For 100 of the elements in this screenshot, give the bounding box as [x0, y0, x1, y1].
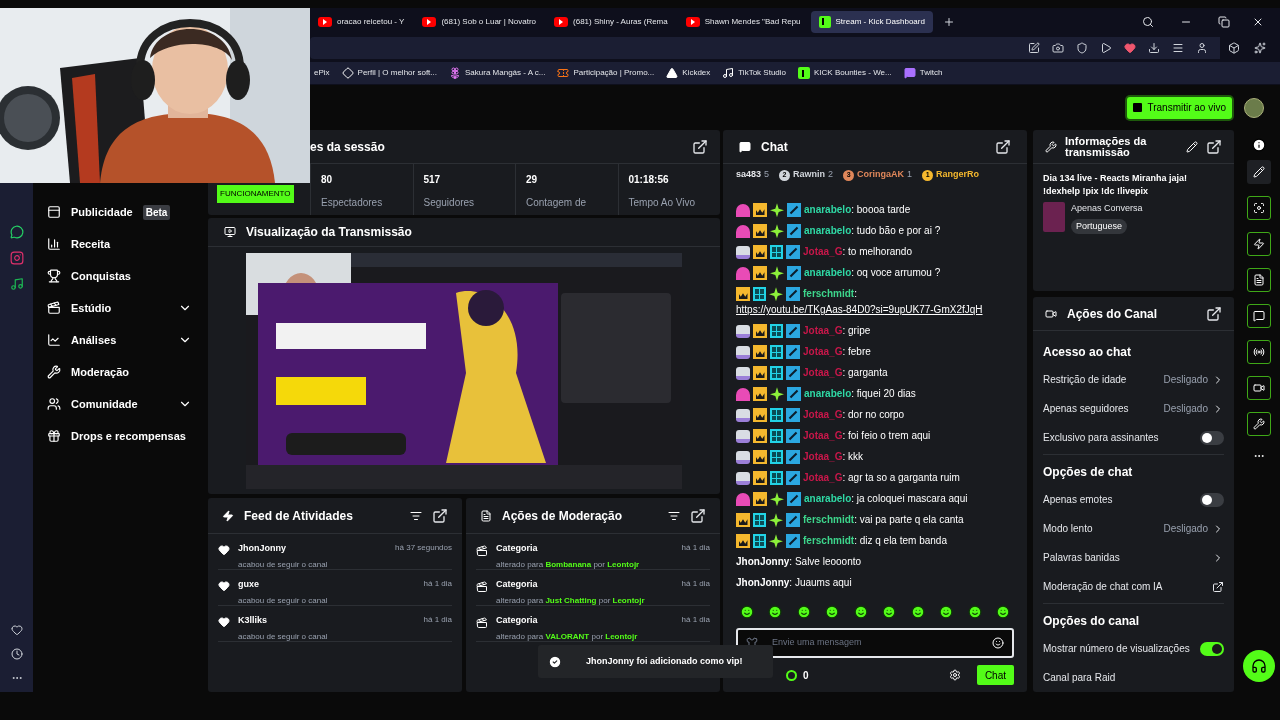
restore-icon[interactable]: [1218, 15, 1230, 28]
sidebar-item[interactable]: Publicidade Beta: [47, 196, 192, 228]
toggle-switch[interactable]: [1200, 430, 1224, 445]
sparkle-icon[interactable]: [1254, 42, 1266, 54]
edit-button[interactable]: [1246, 160, 1271, 184]
chat-username[interactable]: anarabelo:: [804, 225, 855, 236]
avatar[interactable]: [1244, 97, 1264, 118]
download-icon[interactable]: [1148, 42, 1160, 54]
music-icon[interactable]: [9, 277, 24, 291]
chat-username[interactable]: anarabelo:: [804, 493, 855, 504]
send-button[interactable]: Chat: [976, 665, 1014, 685]
chat-username[interactable]: JhonJonny:: [736, 577, 793, 588]
crown-badge-icon: [753, 492, 767, 507]
emoji-icon[interactable]: [992, 637, 1004, 649]
heart-icon[interactable]: [1124, 42, 1136, 54]
chat-username[interactable]: anarabelo:: [804, 388, 855, 399]
browser-tab[interactable]: oracao reicetou - Y: [310, 10, 413, 33]
play-icon[interactable]: [1100, 42, 1112, 54]
bookmark[interactable]: Perfil | O melhor soft...: [341, 67, 437, 79]
pop-out-icon[interactable]: [1206, 138, 1222, 155]
broadcast-button[interactable]: [1246, 340, 1271, 364]
video-camera-button[interactable]: [1246, 376, 1271, 400]
pencil-icon: [1252, 166, 1265, 178]
emote-icon[interactable]: [825, 605, 840, 619]
settings-icon[interactable]: [948, 669, 961, 681]
subscriber-badge-icon: [736, 345, 750, 359]
emote-icon[interactable]: [768, 605, 783, 619]
edit-icon[interactable]: [1028, 42, 1040, 54]
focus-button[interactable]: [1246, 196, 1271, 220]
subscriber-badge-icon: [736, 245, 750, 259]
lightning-button[interactable]: [1246, 232, 1271, 256]
pop-out-icon[interactable]: [690, 507, 706, 524]
sidebar-item[interactable]: Comunidade: [47, 388, 192, 420]
emote-icon[interactable]: [796, 605, 811, 619]
filter-icon[interactable]: [668, 509, 680, 522]
info-icon[interactable]: [1251, 138, 1266, 152]
bookmark[interactable]: KICK Bounties - We...: [798, 67, 892, 79]
subscriber-badge-icon: [736, 366, 750, 380]
search-icon[interactable]: [1142, 15, 1154, 28]
sidebar-item[interactable]: Análises: [47, 324, 192, 356]
sidebar-item[interactable]: Receita: [47, 228, 192, 260]
setting-row[interactable]: Palavras banidas: [1043, 543, 1224, 572]
emote-icon[interactable]: [995, 605, 1010, 619]
setting-row[interactable]: Canal para Raid: [1043, 663, 1224, 692]
bookmark[interactable]: Kickdex: [666, 67, 711, 79]
clock-icon[interactable]: [10, 648, 23, 660]
chat-username[interactable]: ferschmidt:: [803, 514, 857, 525]
sidebar-item[interactable]: Moderação: [47, 356, 192, 388]
bookmark[interactable]: Participação | Promo...: [557, 67, 655, 79]
message-link[interactable]: https://youtu.be/TKgAas-84D0?si=9upUK77-GmX2fJqH: [736, 302, 983, 318]
filter-icon[interactable]: [410, 509, 422, 522]
chat-username[interactable]: anarabelo:: [804, 267, 855, 278]
new-tab-icon[interactable]: [942, 15, 955, 28]
document-button[interactable]: [1246, 268, 1271, 292]
menu-icon[interactable]: [1172, 42, 1184, 54]
phone-chat-icon[interactable]: [9, 225, 24, 239]
message-input[interactable]: Envie uma mensagem: [736, 628, 1014, 658]
sidebar-item[interactable]: Drops e recompensas: [47, 420, 192, 452]
pop-out-icon[interactable]: [995, 138, 1011, 155]
shield-icon[interactable]: [1076, 42, 1088, 54]
sword-badge-icon: [787, 224, 801, 239]
camera-icon[interactable]: [1052, 42, 1064, 54]
emote-icon[interactable]: [939, 605, 954, 619]
emote-icon[interactable]: [910, 605, 925, 619]
pop-out-icon[interactable]: [432, 507, 448, 524]
pop-out-icon[interactable]: [1206, 305, 1222, 322]
go-live-button[interactable]: Transmitir ao vivo: [1127, 96, 1232, 119]
setting-row[interactable]: Moderação de chat com IA: [1043, 572, 1224, 601]
chat-username[interactable]: ferschmidt:: [803, 535, 857, 546]
toggle-switch[interactable]: [1200, 641, 1224, 656]
emote-icon[interactable]: [882, 605, 897, 619]
setting-row[interactable]: Apenas seguidores Desligado: [1043, 394, 1224, 423]
emote-icon[interactable]: [740, 605, 754, 619]
bookmark[interactable]: Twitch: [903, 67, 943, 79]
sidebar-item[interactable]: Estúdio: [47, 292, 192, 324]
chat-username[interactable]: ferschmidt:: [803, 288, 857, 299]
setting-row[interactable]: Modo lento Desligado: [1043, 514, 1224, 543]
cube-icon[interactable]: [1228, 42, 1240, 54]
camera-square-icon[interactable]: [9, 251, 24, 265]
chat-username[interactable]: anarabelo:: [804, 204, 855, 215]
toggle-switch[interactable]: [1200, 492, 1224, 507]
profile-icon[interactable]: [1196, 42, 1208, 54]
browser-tab[interactable]: Shawn Mendes "Bad Repu: [677, 10, 809, 33]
setting-row[interactable]: Restrição de idade Desligado: [1043, 365, 1224, 394]
chat-button[interactable]: [1246, 304, 1271, 328]
bookmark[interactable]: Sakura Mangás - A c...: [449, 67, 546, 79]
browser-tab[interactable]: (681) Shiny - Auras (Rema: [546, 10, 676, 33]
chat-username[interactable]: JhonJonny:: [736, 556, 793, 567]
wrench-button[interactable]: [1246, 412, 1271, 436]
emote-icon[interactable]: [967, 605, 982, 619]
browser-tab[interactable]: (681) Sob o Luar | Novatro: [414, 10, 545, 33]
browser-tab[interactable]: Stream - Kick Dashboard: [810, 10, 933, 33]
emote-icon[interactable]: [853, 605, 868, 619]
pop-out-icon[interactable]: [692, 138, 708, 155]
support-button[interactable]: [1242, 650, 1275, 682]
bookmark[interactable]: TikTok Studio: [722, 67, 786, 79]
video-play-icon: [318, 16, 332, 27]
sidebar-item[interactable]: Conquistas: [47, 260, 192, 292]
bookmark[interactable]: ePix: [314, 67, 330, 79]
subscriber-badge-icon: [736, 387, 750, 401]
